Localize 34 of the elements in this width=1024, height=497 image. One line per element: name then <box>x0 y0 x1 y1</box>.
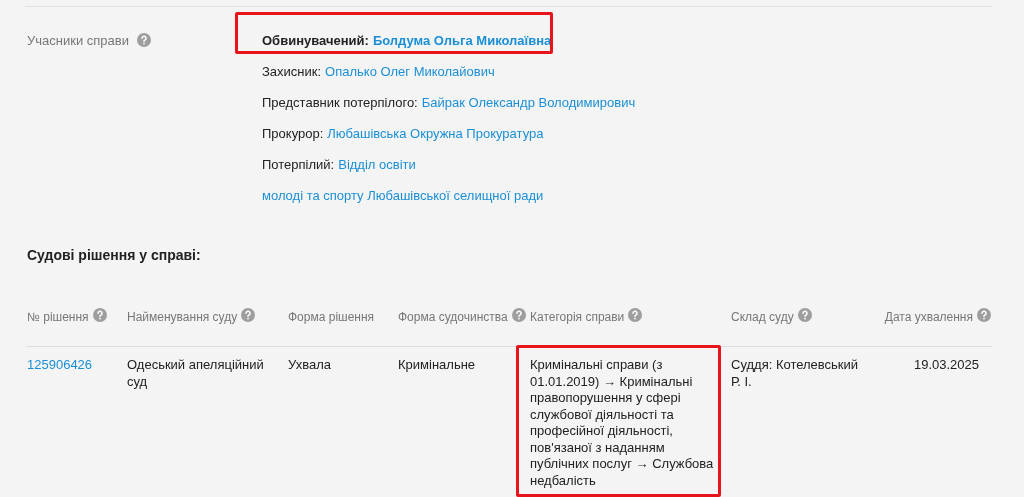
help-icon[interactable] <box>511 308 526 322</box>
help-icon[interactable] <box>136 33 151 47</box>
table-cell: 19.03.2025 <box>913 357 979 372</box>
field-label: Учасники справи <box>27 32 129 50</box>
participant-role: Потерпілий: <box>262 156 335 174</box>
help-icon[interactable] <box>977 308 991 322</box>
column-header: Категорія справи <box>530 309 625 326</box>
column-header: Дата ухвалення <box>884 309 973 326</box>
participant-link[interactable]: Байрак Олександр Володимирович <box>421 93 636 113</box>
table-cell: Одеський апеляційний суд <box>127 357 264 389</box>
table-cell: Кримінальне <box>398 357 476 372</box>
participant-link[interactable]: Опалько Олег Миколайович <box>325 62 495 82</box>
table-cell: Суддя: Котелевський Р. І. <box>731 357 859 389</box>
column-header: Форма рішення <box>288 309 375 326</box>
participant-role: Обвинувачений: <box>262 32 369 50</box>
participant-role: Представник потерпілого: <box>262 94 418 112</box>
section-title: Судові рішення у справі: <box>27 246 202 265</box>
help-icon[interactable] <box>92 308 107 322</box>
participant-link[interactable]: молоді та спорту Любашівської селищної ради <box>262 186 544 206</box>
participant-link[interactable]: Болдума Ольга Миколаївна <box>372 31 552 51</box>
help-icon[interactable] <box>628 308 643 322</box>
help-icon[interactable] <box>797 308 812 322</box>
table-cell: Кримінальні справи (з 01.01.2019) → Кримінальні правопорушення у сфері службової діяльності та професійної діяльності, пов'язаної з наданням публічних послуг → Службова недбалість <box>530 357 714 488</box>
column-header: Склад суду <box>731 309 794 326</box>
participant-role: Прокурор: <box>262 125 324 143</box>
column-header: № рішення <box>27 309 89 326</box>
participant-role: Захисник: <box>262 63 322 81</box>
decision-link[interactable]: 125906426 <box>27 357 93 372</box>
participant-link[interactable]: Любашівська Окружна Прокуратура <box>327 124 544 144</box>
table-cell: Ухвала <box>288 357 331 372</box>
participant-link[interactable]: Відділ освіти <box>338 155 416 175</box>
column-header: Форма судочинства <box>398 309 508 326</box>
help-icon[interactable] <box>241 308 256 322</box>
column-header: Найменування суду <box>127 309 238 326</box>
